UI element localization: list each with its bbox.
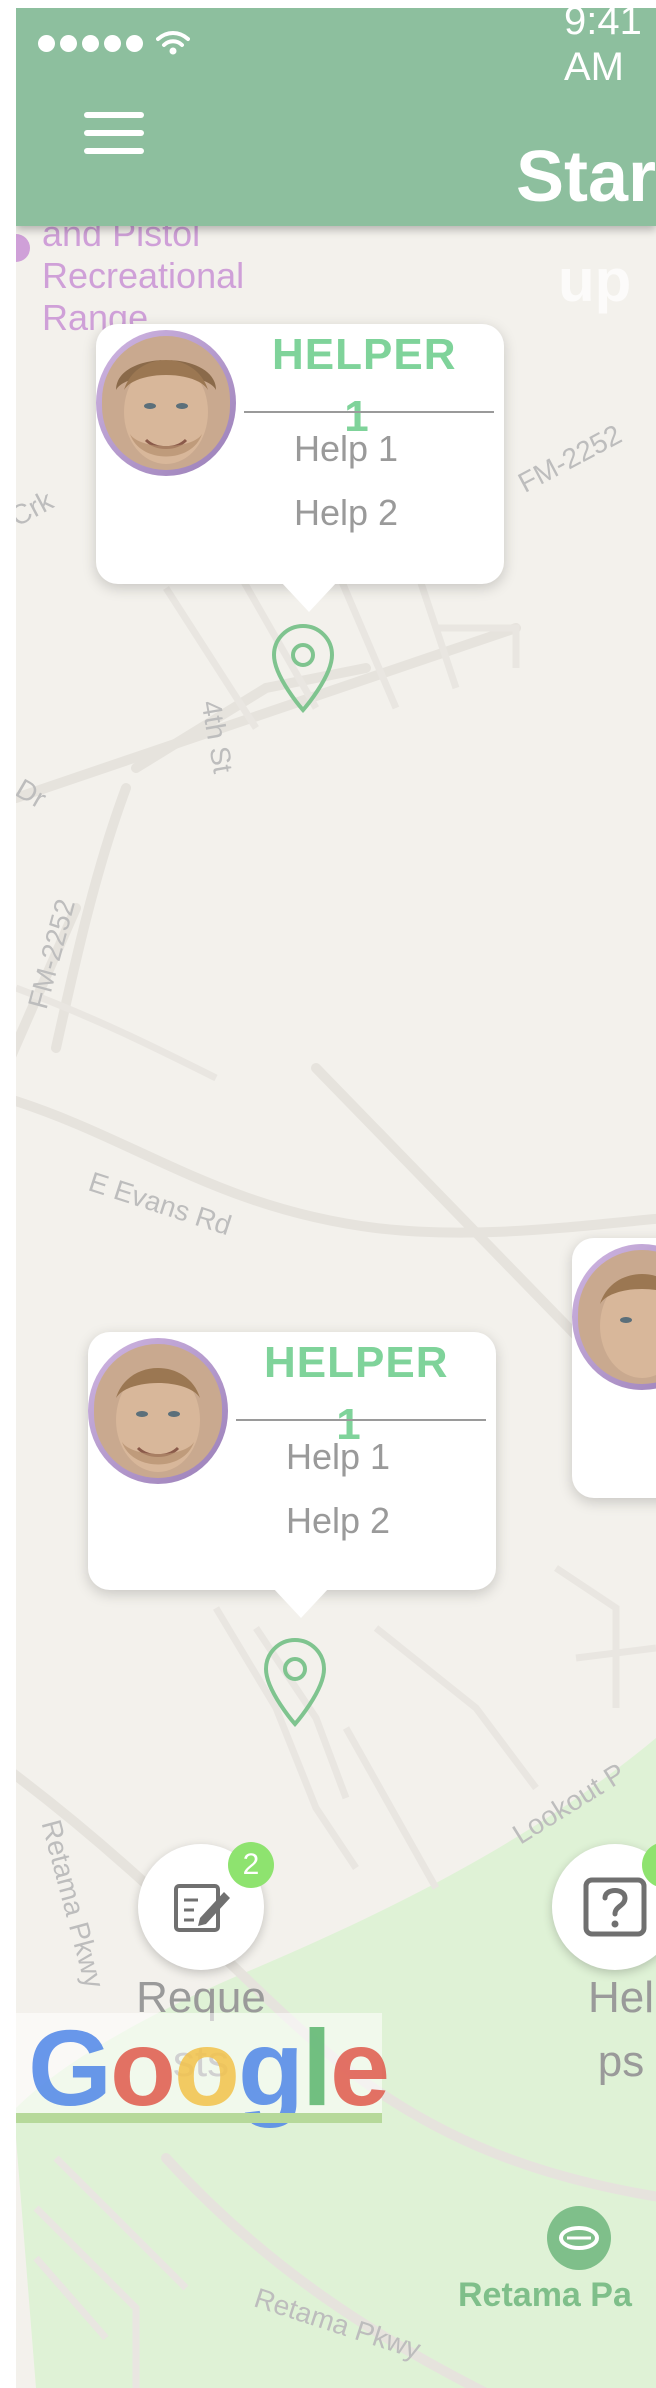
status-time: 9:41 AM	[564, 8, 642, 89]
avatar	[572, 1244, 656, 1390]
poi-label-line2: Recreational	[42, 255, 245, 296]
avatar	[96, 330, 236, 476]
header-bar: 9:41 AM Star	[16, 8, 656, 226]
name-divider	[244, 411, 494, 413]
app: and Pistol Recreational Range Crk FM-225…	[0, 0, 656, 2388]
helper-popup-card[interactable]: HELPER 1 Help 1 Help 2	[88, 1332, 496, 1618]
name-divider	[236, 1419, 486, 1421]
helper-popup-card[interactable]	[572, 1238, 656, 1498]
help-item: Help 1	[294, 428, 399, 469]
page-title: Star	[516, 137, 656, 217]
menu-icon[interactable]	[84, 112, 144, 160]
helper-popup-card[interactable]: HELPER 1 Help 1 Help 2	[96, 324, 504, 612]
signal-strength	[38, 30, 190, 56]
logo-bar	[16, 2113, 382, 2123]
helps-label-line2: ps	[597, 2037, 645, 2086]
park-icon	[547, 2206, 611, 2270]
wifi-icon	[156, 31, 190, 55]
help-item: Help 2	[294, 492, 399, 533]
help-question-icon	[583, 1877, 647, 1937]
poi-label: and Pistol Recreational Range	[42, 213, 244, 339]
help-item: Help 2	[286, 1500, 391, 1541]
map-logo: Google	[16, 2007, 390, 2128]
map-pin-icon[interactable]	[262, 1636, 328, 1728]
helps-label: Hel ps	[536, 1966, 656, 2094]
google-logo: Google	[28, 2007, 390, 2128]
avatar	[88, 1338, 228, 1484]
page-title-overflow: up	[558, 247, 632, 314]
help-item: Help 1	[286, 1436, 391, 1477]
map-pin-icon[interactable]	[270, 622, 336, 714]
phone-screen: and Pistol Recreational Range Crk FM-225…	[16, 8, 656, 2388]
helps-label-line1: Hel	[587, 1973, 655, 2022]
helps-button[interactable]	[552, 1844, 656, 1970]
park-label: Retama Pa	[458, 2276, 632, 2314]
requests-badge: 2	[228, 1842, 274, 1888]
